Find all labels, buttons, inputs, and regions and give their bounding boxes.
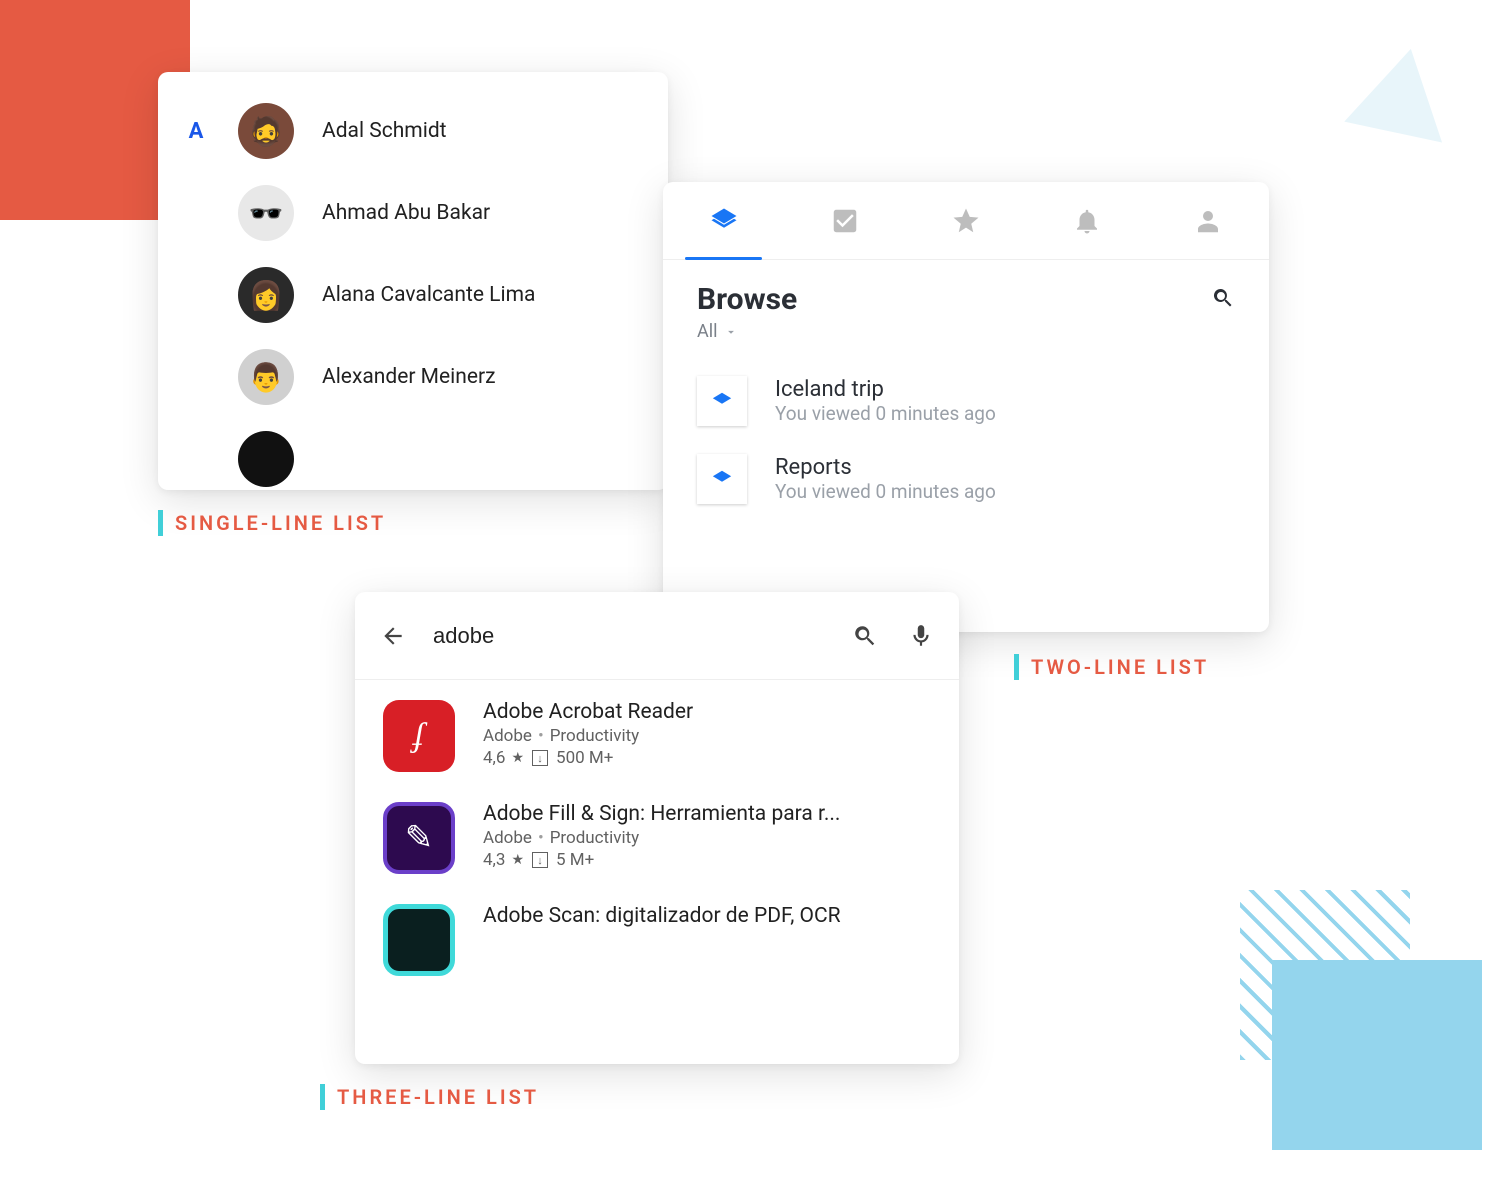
page-title: Browse (697, 282, 797, 317)
person-icon (1193, 206, 1223, 236)
app-title: Adobe Acrobat Reader (483, 700, 693, 724)
star-icon: ★ (511, 852, 524, 868)
app-icon: ʄ (383, 700, 455, 772)
contact-row[interactable] (158, 418, 668, 490)
tab-starred[interactable] (905, 182, 1026, 259)
decorative-blue-square (1272, 960, 1482, 1150)
contact-name: Adal Schmidt (322, 119, 447, 143)
contact-row[interactable]: 👨 Alexander Meinerz (158, 336, 668, 418)
voice-button[interactable] (905, 620, 937, 652)
folder-name: Reports (775, 455, 996, 480)
avatar (238, 431, 294, 487)
browse-card: Browse All Iceland trip You viewed 0 min… (663, 182, 1269, 632)
search-icon (852, 623, 878, 649)
app-row[interactable]: ʄ Adobe Acrobat Reader Adobe•Productivit… (355, 680, 959, 782)
folder-row[interactable]: Iceland trip You viewed 0 minutes ago (663, 362, 1269, 440)
app-row[interactable]: ✎ Adobe Fill & Sign: Herramienta para r.… (355, 782, 959, 884)
app-row[interactable]: Adobe Scan: digitalizador de PDF, OCR (355, 884, 959, 986)
star-icon: ★ (511, 750, 524, 766)
chevron-down-icon (724, 325, 738, 339)
filter-dropdown[interactable]: All (663, 321, 1269, 362)
search-button[interactable] (849, 620, 881, 652)
app-icon (383, 904, 455, 976)
browse-header: Browse (663, 260, 1269, 321)
contact-name: Alexander Meinerz (322, 365, 496, 389)
mic-icon (908, 623, 934, 649)
app-title: Adobe Scan: digitalizador de PDF, OCR (483, 904, 841, 928)
tab-bar (663, 182, 1269, 260)
folder-icon (697, 454, 747, 504)
caption-three-line: THREE-LINE LIST (320, 1084, 539, 1110)
search-icon (1211, 286, 1235, 310)
folder-icon (697, 376, 747, 426)
folder-subtitle: You viewed 0 minutes ago (775, 480, 996, 503)
contact-row[interactable]: 🕶️ Ahmad Abu Bakar (158, 172, 668, 254)
download-icon: ↓ (532, 750, 548, 766)
app-meta: Adobe•Productivity (483, 828, 840, 848)
arrow-back-icon (380, 623, 406, 649)
download-icon: ↓ (532, 852, 548, 868)
folder-name: Iceland trip (775, 377, 996, 402)
folder-row[interactable]: Reports You viewed 0 minutes ago (663, 440, 1269, 518)
section-indicator: A (182, 119, 210, 144)
tab-tasks[interactable] (784, 182, 905, 259)
caption-single-line: SINGLE-LINE LIST (158, 510, 386, 536)
app-meta: Adobe•Productivity (483, 726, 693, 746)
bell-icon (1072, 206, 1102, 236)
contact-row[interactable]: 👩 Alana Cavalcante Lima (158, 254, 668, 336)
search-input[interactable] (433, 623, 825, 649)
app-stats: 4,3★ ↓ 5 M+ (483, 850, 840, 870)
app-icon: ✎ (383, 802, 455, 874)
contacts-card: A 🧔 Adal Schmidt 🕶️ Ahmad Abu Bakar 👩 Al… (158, 72, 668, 490)
layers-icon (709, 206, 739, 236)
star-icon (951, 206, 981, 236)
contact-row[interactable]: A 🧔 Adal Schmidt (158, 90, 668, 172)
avatar: 👨 (238, 349, 294, 405)
search-bar (355, 592, 959, 680)
avatar: 👩 (238, 267, 294, 323)
folder-subtitle: You viewed 0 minutes ago (775, 402, 996, 425)
avatar: 🕶️ (238, 185, 294, 241)
decorative-triangle (1344, 39, 1459, 143)
tab-profile[interactable] (1148, 182, 1269, 259)
checkbox-icon (830, 206, 860, 236)
app-search-card: ʄ Adobe Acrobat Reader Adobe•Productivit… (355, 592, 959, 1064)
contact-name: Alana Cavalcante Lima (322, 283, 535, 307)
search-button[interactable] (1211, 286, 1235, 314)
avatar: 🧔 (238, 103, 294, 159)
app-stats: 4,6★ ↓ 500 M+ (483, 748, 693, 768)
caption-two-line: TWO-LINE LIST (1014, 654, 1209, 680)
tab-notifications[interactable] (1027, 182, 1148, 259)
app-title: Adobe Fill & Sign: Herramienta para r... (483, 802, 840, 826)
back-button[interactable] (377, 620, 409, 652)
tab-layers[interactable] (663, 182, 784, 259)
contact-name: Ahmad Abu Bakar (322, 201, 490, 225)
filter-label: All (697, 321, 718, 342)
